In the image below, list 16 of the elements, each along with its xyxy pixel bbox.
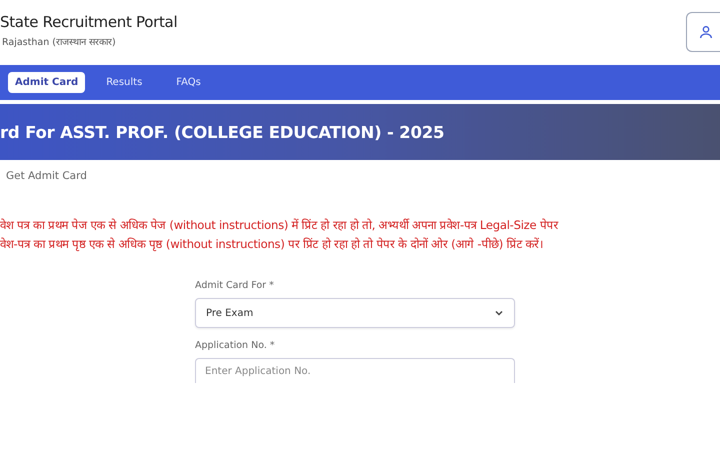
nav-tab[interactable]: Admit Card — [8, 72, 86, 93]
field-label: Admit Card For * — [195, 280, 275, 291]
chevron-icon — [494, 308, 504, 318]
input-field[interactable]: Enter Application No. — [195, 358, 515, 383]
user-icon — [698, 24, 714, 40]
notice-text: वेश-पत्र का प्रथम पृष्ठ एक से अधिक पृष्ठ (without instructions) पर प्रिंट हो रहा हो तो पेपर के दोनों ओर (आगे -पीछे) प्रिंट करें। — [0, 237, 544, 252]
page-title: rd For ASST. PROF. (COLLEGE EDUCATION) - 2025 — [0, 122, 444, 142]
breadcrumb: Get Admit Card — [6, 170, 88, 182]
user-button[interactable] — [686, 12, 720, 52]
field-label: Application No. * — [195, 340, 276, 351]
portal-title: State Recruitment Portal — [0, 12, 178, 30]
nav-tab[interactable]: Results — [99, 72, 150, 93]
notice-text: वेश पत्र का प्रथम पेज एक से अधिक पेज (without instructions) में प्रिंट हो रहा हो तो, अभ्यर्थी अपना प्रवेश-पत्र Legal-Size पेपर — [0, 218, 560, 233]
portal-subtitle: Rajasthan (राजस्थान सरकार) — [1, 36, 117, 48]
select-field[interactable]: Pre Exam — [195, 298, 515, 328]
nav-tab[interactable]: FAQs — [169, 72, 208, 93]
